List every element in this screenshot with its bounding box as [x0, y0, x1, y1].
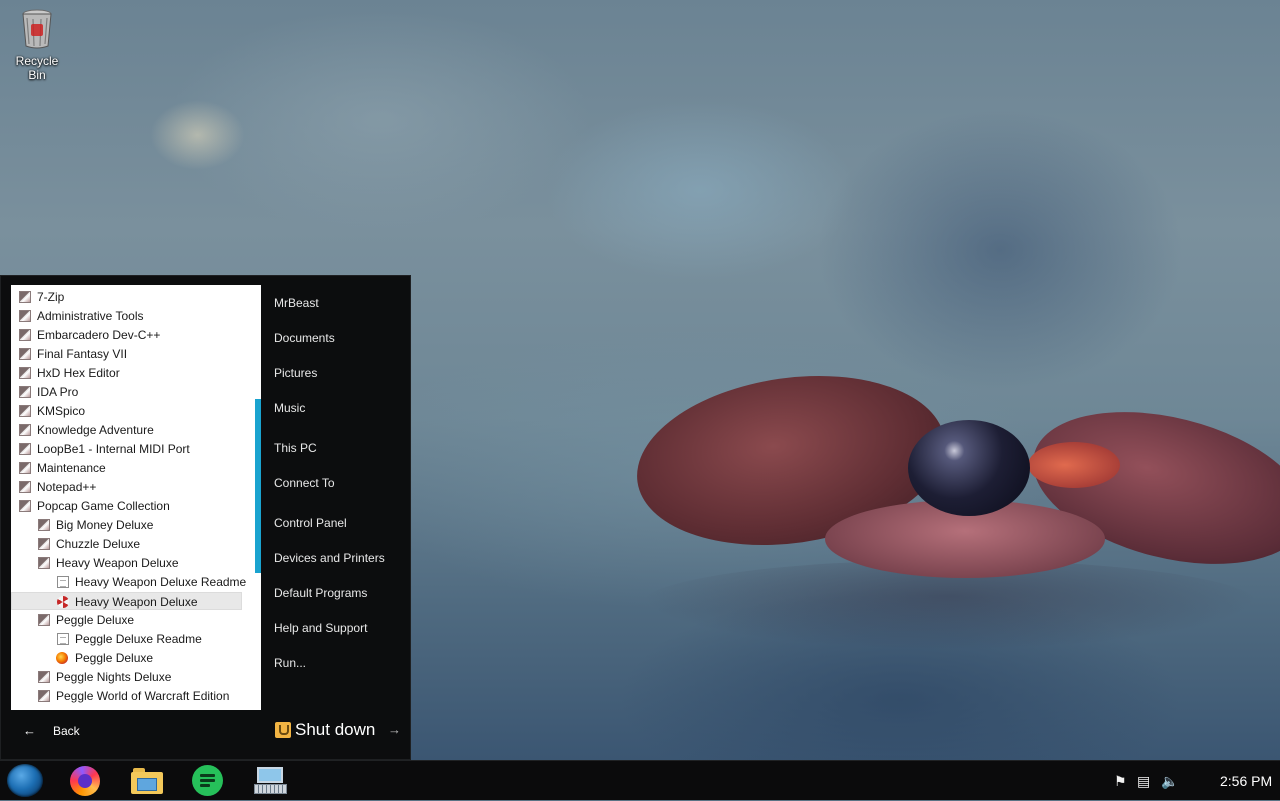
volume-icon[interactable]: 🔈 [1161, 773, 1178, 790]
back-arrow-icon: ← [23, 723, 36, 738]
shutdown-options-arrow-icon[interactable]: → [388, 722, 401, 737]
place-documents[interactable]: Documents [274, 331, 335, 345]
program-folder-administrative-tools[interactable]: Administrative Tools [11, 307, 242, 325]
clock[interactable]: 2:56 PM [1220, 773, 1272, 789]
place-run[interactable]: Run... [274, 656, 306, 670]
program-folder-peggle-wow[interactable]: Peggle World of Warcraft Edition [11, 687, 242, 705]
program-folder-notepadpp[interactable]: Notepad++ [11, 478, 242, 496]
desktop-icon-recycle-bin[interactable]: Recycle Bin [6, 8, 68, 82]
folder-icon [19, 481, 31, 493]
folder-icon [19, 405, 31, 417]
back-label: Back [53, 724, 80, 738]
program-folder-hxd[interactable]: HxD Hex Editor [11, 364, 242, 382]
all-programs-list: 7-Zip Administrative Tools Embarcadero D… [11, 285, 261, 710]
program-folder-popcap[interactable]: Popcap Game Collection [11, 497, 242, 515]
place-connect-to[interactable]: Connect To [274, 476, 335, 490]
folder-icon [19, 424, 31, 436]
folder-icon [19, 500, 31, 512]
folder-icon [38, 519, 50, 531]
shutdown-button[interactable]: Shut down → [273, 714, 409, 750]
on-screen-keyboard-icon[interactable] [254, 767, 287, 795]
folder-icon [38, 557, 50, 569]
programs-scrollbar[interactable] [255, 399, 261, 573]
program-folder-maintenance[interactable]: Maintenance [11, 459, 242, 477]
folder-icon [19, 291, 31, 303]
program-folder-knowledge-adventure[interactable]: Knowledge Adventure [11, 421, 242, 439]
folder-icon [19, 462, 31, 474]
program-folder-heavy-weapon[interactable]: Heavy Weapon Deluxe [11, 554, 242, 572]
folder-icon [38, 614, 50, 626]
program-folder-7zip[interactable]: 7-Zip [11, 288, 242, 306]
folder-icon [38, 671, 50, 683]
folder-icon [19, 386, 31, 398]
start-menu: 7-Zip Administrative Tools Embarcadero D… [0, 275, 411, 760]
place-control-panel[interactable]: Control Panel [274, 516, 347, 530]
back-button[interactable]: ← Back [11, 714, 261, 750]
peggle-icon [56, 652, 68, 664]
program-folder-final-fantasy[interactable]: Final Fantasy VII [11, 345, 242, 363]
network-icon[interactable]: ▤ [1137, 773, 1150, 790]
start-button[interactable] [7, 764, 43, 797]
notes-app-icon[interactable] [192, 765, 223, 796]
firefox-icon[interactable] [70, 766, 100, 796]
program-folder-peggle[interactable]: Peggle Deluxe [11, 611, 242, 629]
program-peggle-readme[interactable]: Peggle Deluxe Readme [11, 630, 242, 648]
folder-icon [38, 538, 50, 550]
system-tray: ⚑ ▤ 🔈 2:56 PM [1100, 761, 1280, 801]
place-music[interactable]: Music [274, 401, 305, 415]
program-folder-loopbe1[interactable]: LoopBe1 - Internal MIDI Port [11, 440, 242, 458]
power-icon [275, 722, 291, 738]
program-folder-chuzzle[interactable]: Chuzzle Deluxe [11, 535, 242, 553]
program-heavy-weapon-readme[interactable]: Heavy Weapon Deluxe Readme [11, 573, 246, 591]
program-folder-big-money[interactable]: Big Money Deluxe [11, 516, 242, 534]
folder-icon [19, 310, 31, 322]
program-heavy-weapon-deluxe[interactable]: Heavy Weapon Deluxe [11, 592, 242, 610]
place-this-pc[interactable]: This PC [274, 441, 317, 455]
place-devices-printers[interactable]: Devices and Printers [274, 551, 385, 565]
program-folder-kmspico[interactable]: KMSpico [11, 402, 242, 420]
radiation-icon [57, 596, 69, 608]
program-folder-embarcadero[interactable]: Embarcadero Dev-C++ [11, 326, 242, 344]
program-folder-ida-pro[interactable]: IDA Pro [11, 383, 242, 401]
document-icon [57, 576, 69, 588]
folder-icon [19, 348, 31, 360]
flag-icon[interactable]: ⚑ [1114, 773, 1127, 790]
place-user[interactable]: MrBeast [274, 296, 319, 310]
file-explorer-icon[interactable] [131, 766, 163, 795]
place-default-programs[interactable]: Default Programs [274, 586, 367, 600]
folder-icon [19, 367, 31, 379]
shutdown-label: Shut down [295, 720, 376, 739]
place-help-support[interactable]: Help and Support [274, 621, 367, 635]
program-peggle-deluxe[interactable]: Peggle Deluxe [11, 649, 242, 667]
folder-icon [19, 443, 31, 455]
place-pictures[interactable]: Pictures [274, 366, 317, 380]
taskbar: ⚑ ▤ 🔈 2:56 PM [0, 760, 1280, 800]
program-folder-peggle-nights[interactable]: Peggle Nights Deluxe [11, 668, 242, 686]
recycle-bin-icon [22, 9, 52, 49]
folder-icon [19, 329, 31, 341]
desktop-icon-label: Recycle Bin [15, 54, 59, 82]
folder-icon [38, 690, 50, 702]
document-icon [57, 633, 69, 645]
